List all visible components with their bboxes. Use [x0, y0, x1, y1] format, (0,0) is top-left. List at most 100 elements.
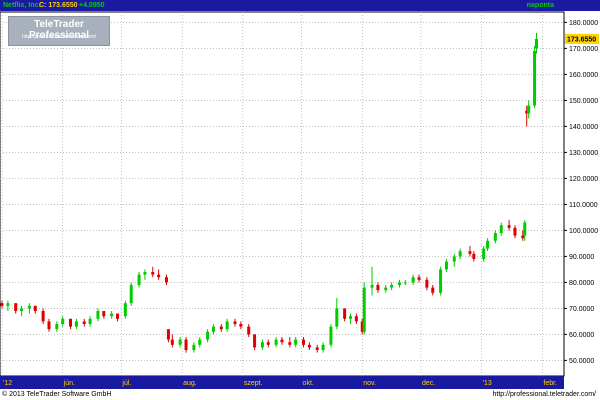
candle-body — [307, 344, 311, 348]
x-tick-label: jún. — [63, 380, 75, 387]
copyright-text: © 2013 TeleTrader Software GmbH — [2, 391, 112, 398]
candle-body — [219, 326, 223, 330]
candle-body — [321, 344, 325, 350]
candle-body — [280, 339, 284, 343]
candle-body — [288, 342, 292, 345]
candle-body — [266, 342, 270, 345]
x-tick-label: febr. — [543, 380, 557, 387]
chart-footer: © 2013 TeleTrader Software GmbH http://p… — [0, 389, 600, 400]
candle-body — [88, 318, 92, 324]
y-tick-label: 180.0000 — [569, 20, 598, 27]
x-tick-label: nov. — [363, 380, 376, 387]
candle-body — [170, 339, 174, 345]
candle-body — [397, 282, 401, 285]
candle-body — [14, 303, 18, 311]
candle-body — [27, 305, 31, 309]
candle-body — [486, 240, 490, 249]
candle-body — [354, 316, 358, 322]
candle-body — [507, 225, 511, 228]
y-tick-label: 70.0000 — [569, 306, 594, 313]
teletrader-logo: TeleTrader Professional http://professio… — [8, 16, 110, 46]
candle-body — [166, 329, 170, 340]
candle-body — [335, 308, 339, 327]
y-tick-label: 100.0000 — [569, 228, 598, 235]
candle-body — [116, 313, 120, 319]
y-tick-label: 80.0000 — [569, 280, 594, 287]
candle-body — [349, 316, 353, 319]
candle-body — [260, 342, 264, 348]
y-tick-label: 90.0000 — [569, 254, 594, 261]
y-tick-label: 160.0000 — [569, 72, 598, 79]
last-price-label: 173.6550 — [567, 36, 596, 43]
candle-body — [533, 51, 537, 106]
chart-window: Netflix, Inc. C: 173.6550 +4.0950 napont… — [0, 0, 600, 400]
candle-body — [247, 326, 251, 335]
logo-url-text: http://professional.teletrader.com/ — [22, 34, 96, 40]
candle-body — [33, 305, 37, 311]
candle-body — [302, 339, 306, 345]
y-tick-label: 150.0000 — [569, 98, 598, 105]
y-tick-label: 130.0000 — [569, 150, 598, 157]
candle-body — [96, 311, 100, 319]
candle-body — [69, 318, 73, 327]
y-tick-label: 50.0000 — [569, 358, 594, 365]
y-tick-label: 110.0000 — [569, 202, 598, 209]
candle-body — [315, 347, 319, 350]
candle-body — [343, 308, 347, 319]
candle-body — [164, 277, 168, 283]
candle-body — [417, 277, 421, 280]
y-tick-label: 140.0000 — [569, 124, 598, 131]
candle-body — [157, 274, 161, 278]
candle-body — [329, 326, 333, 345]
candle-body — [535, 38, 539, 49]
candle-body — [6, 303, 10, 306]
candle-body — [452, 256, 456, 262]
candle-body — [376, 285, 380, 291]
candle-body — [482, 248, 486, 259]
candle-body — [129, 285, 133, 304]
candle-body — [431, 287, 435, 293]
candle-body — [233, 321, 237, 324]
candle-body — [468, 251, 472, 254]
x-axis-bar — [0, 376, 564, 389]
candle-body — [143, 272, 147, 275]
candle-body — [211, 326, 215, 332]
candle-body — [123, 303, 127, 317]
candle-body — [110, 313, 114, 317]
candle-body — [274, 339, 278, 345]
candle-body — [178, 339, 182, 345]
candle-body — [370, 285, 374, 288]
candle-body — [439, 269, 443, 293]
y-tick-label: 120.0000 — [569, 176, 598, 183]
candle-body — [225, 321, 229, 330]
x-tick-label: júl. — [121, 380, 131, 387]
price-chart[interactable]: 50.0000 60.0000 70.0000 80.0000 90.0000 100.0… — [0, 0, 600, 389]
candle-body — [444, 261, 448, 270]
candle-body — [239, 324, 243, 327]
candle-body — [513, 227, 517, 236]
y-tick-label: 170.0000 — [569, 46, 598, 53]
x-tick-label: '12 — [3, 380, 12, 387]
candle-body — [493, 233, 497, 241]
candle-body — [151, 272, 155, 275]
candle-body — [192, 344, 196, 350]
candle-body — [82, 321, 86, 324]
candle-body — [523, 222, 527, 236]
candle-body — [390, 285, 394, 288]
candle-body — [472, 253, 476, 259]
candle-body — [521, 235, 525, 239]
candle-body — [527, 105, 531, 114]
candle-body — [20, 308, 24, 311]
candle-body — [0, 303, 4, 306]
x-tick-label: szept. — [244, 380, 263, 387]
candle-body — [61, 318, 65, 324]
candle-body — [55, 324, 59, 330]
x-tick-label: dec. — [422, 380, 435, 387]
candle-body — [411, 277, 415, 283]
candle-body — [198, 339, 202, 345]
candle-body — [206, 331, 210, 340]
candle-body — [403, 282, 407, 284]
candle-body — [47, 321, 51, 330]
footer-url-link[interactable]: http://professional.teletrader.com/ — [493, 389, 597, 400]
candle-body — [425, 279, 429, 288]
